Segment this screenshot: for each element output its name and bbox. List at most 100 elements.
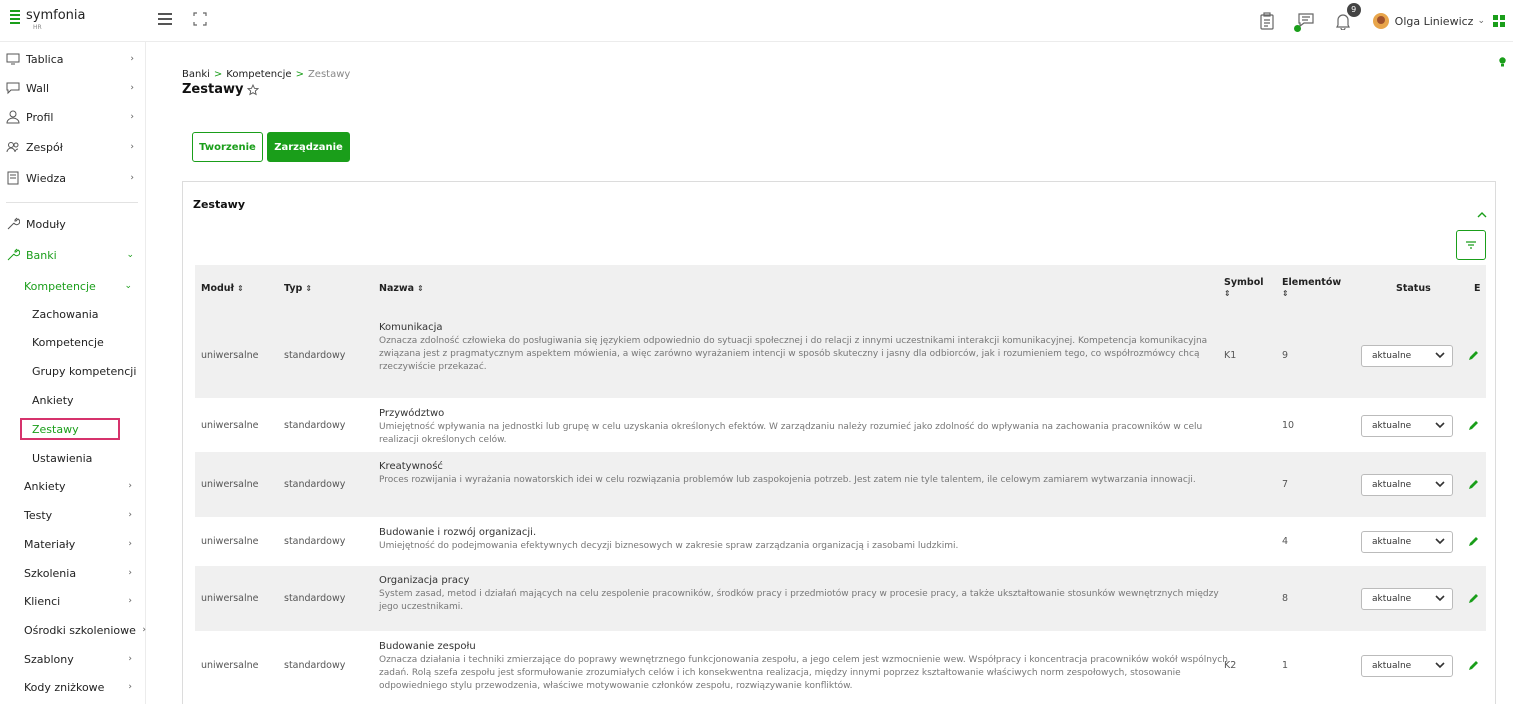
set-name[interactable]: Budowanie zespołu [379,640,1231,653]
page-title-text: Zestawy [182,82,244,97]
page-title: Zestawy [182,82,260,97]
status-select[interactable]: aktualne [1361,415,1453,437]
set-name[interactable]: Organizacja pracy [379,574,1231,587]
sidebar-item-grupy-kompetencji[interactable]: Grupy kompetencji [0,360,146,382]
table-row[interactable]: uniwersalne standardowy Kreatywność Proces … [195,452,1486,518]
zestawy-panel: Zestawy Moduł ⇕ Typ ⇕ Nazwa ⇕ Symbol ⇕ Eleme… [182,181,1496,704]
user-icon [6,110,20,124]
set-description: Oznacza działania i techniki zmierzające… [379,655,1228,691]
chevron-down-icon [1435,351,1445,359]
set-description: System zasad, metod i działań mających n… [379,589,1219,612]
wrench-icon [6,248,21,262]
col-nazwa[interactable]: Nazwa ⇕ [379,283,424,294]
sidebar-item-klienci[interactable]: Klienci › [0,590,146,612]
status-select[interactable]: aktualne [1361,588,1453,610]
sidebar-item-profil[interactable]: Profil › [0,105,146,129]
sidebar-item-label: Zachowania [32,307,99,321]
set-name[interactable]: Budowanie i rozwój organizacji. [379,526,1231,539]
chevron-down-icon[interactable]: ⌄ [1477,16,1485,26]
chevron-right-icon: › [128,510,132,520]
col-elementow[interactable]: Elementów ⇕ [1282,277,1341,299]
sidebar-item-kompetencje[interactable]: Kompetencje [0,331,146,353]
cell-symbol: K2 [1224,660,1237,671]
edit-pencil-icon[interactable] [1467,659,1480,672]
cell-elementow: 7 [1282,479,1289,490]
sidebar-item-materialy[interactable]: Materiały › [0,533,146,555]
cell-elementow: 9 [1282,350,1289,361]
status-select[interactable]: aktualne [1361,531,1453,553]
sidebar-item-wall[interactable]: Wall › [0,76,146,100]
bulb-icon[interactable] [1499,52,1506,67]
table-row[interactable]: uniwersalne standardowy Organizacja pracy S… [195,566,1486,632]
edit-pencil-icon[interactable] [1467,535,1480,548]
set-name[interactable]: Kreatywność [379,460,1231,473]
sidebar-item-label: Szablony [24,652,74,666]
symfonia-logo-icon [8,8,22,28]
chevron-down-icon: ⌄ [124,281,132,291]
sidebar-item-szkolenia[interactable]: Szkolenia › [0,562,146,584]
sidebar-item-ustawienia[interactable]: Ustawienia [0,447,146,469]
col-typ[interactable]: Typ ⇕ [284,283,312,294]
chevron-right-icon: › [128,596,132,606]
table-row[interactable]: uniwersalne standardowy Przywództwo Umiejęt… [195,399,1486,452]
sidebar-item-banki[interactable]: Banki ⌄ [0,243,146,267]
status-select[interactable]: aktualne [1361,655,1453,677]
status-select[interactable]: aktualne [1361,474,1453,496]
logo[interactable]: symfonia HR [8,8,85,31]
table-row[interactable]: uniwersalne standardowy Budowanie zespołu O… [195,632,1486,700]
sidebar-item-kody-znizkowe[interactable]: Kody zniżkowe › [0,676,146,698]
sidebar-item-ankiety-komp[interactable]: Ankiety [0,389,146,411]
set-description: Umiejętność do podejmowania efektywnych … [379,541,959,551]
sidebar-item-zespol[interactable]: Zespół › [0,135,146,159]
cell-elementow: 10 [1282,420,1295,431]
col-symbol[interactable]: Symbol ⇕ [1224,277,1264,299]
cell-nazwa: Komunikacja Oznacza zdolność człowieka do… [379,321,1231,374]
sidebar-item-moduly[interactable]: Moduły [0,212,146,236]
status-select[interactable]: aktualne [1361,345,1453,367]
sidebar-item-wiedza[interactable]: Wiedza › [0,166,146,190]
top-bar: symfonia HR 9 Olga Liniewicz ⌄ [0,0,1513,42]
cell-modul: uniwersalne [201,660,259,671]
set-description: Proces rozwijania i wyrażania nowatorski… [379,475,1196,485]
set-name[interactable]: Przywództwo [379,407,1231,420]
star-icon[interactable] [247,83,260,96]
cell-typ: standardowy [284,660,346,671]
breadcrumb-banki[interactable]: Banki [182,69,210,80]
set-name[interactable]: Komunikacja [379,321,1231,334]
hamburger-menu-icon[interactable] [158,13,172,25]
table-row[interactable]: uniwersalne standardowy Komunikacja Oznacza… [195,313,1486,399]
sidebar-item-testy[interactable]: Testy › [0,504,146,526]
sidebar-item-osrodki[interactable]: Ośrodki szkoleniowe › [0,619,146,641]
sidebar-item-szablony[interactable]: Szablony › [0,648,146,670]
table-header: Moduł ⇕ Typ ⇕ Nazwa ⇕ Symbol ⇕ Elementów ⇕ St… [195,265,1486,313]
table-row[interactable]: uniwersalne standardowy Budowanie i rozwój… [195,518,1486,566]
col-modul[interactable]: Moduł ⇕ [201,283,244,294]
edit-pencil-icon[interactable] [1467,478,1480,491]
breadcrumb-kompetencje[interactable]: Kompetencje [226,69,291,80]
edit-pencil-icon[interactable] [1467,592,1480,605]
team-icon [6,140,20,154]
sidebar-item-tablica[interactable]: Tablica › [0,47,146,71]
edit-pencil-icon[interactable] [1467,419,1480,432]
tab-zarzadzanie[interactable]: Zarządzanie [267,132,350,162]
cell-modul: uniwersalne [201,350,259,361]
messages-icon[interactable] [1293,12,1315,32]
clipboard-icon[interactable] [1259,12,1277,30]
apps-grid-icon[interactable] [1493,15,1505,27]
fullscreen-icon[interactable] [193,11,207,26]
bell-icon[interactable]: 9 [1335,3,1361,31]
sidebar-item-zachowania[interactable]: Zachowania [0,303,146,325]
filter-button[interactable] [1456,230,1486,260]
chevron-up-icon[interactable] [1477,204,1487,218]
col-label: Typ [284,283,303,294]
sidebar-item-kompetencje-group[interactable]: Kompetencje ⌄ [0,275,146,297]
chevron-right-icon: › [130,142,134,152]
edit-pencil-icon[interactable] [1467,349,1480,362]
cell-modul: uniwersalne [201,593,259,604]
sidebar-item-ankiety[interactable]: Ankiety › [0,475,146,497]
chevron-down-icon [1435,661,1445,669]
user-name[interactable]: Olga Liniewicz [1395,15,1474,28]
tab-tworzenie[interactable]: Tworzenie [192,132,263,162]
cell-typ: standardowy [284,536,346,547]
avatar[interactable] [1372,13,1389,29]
